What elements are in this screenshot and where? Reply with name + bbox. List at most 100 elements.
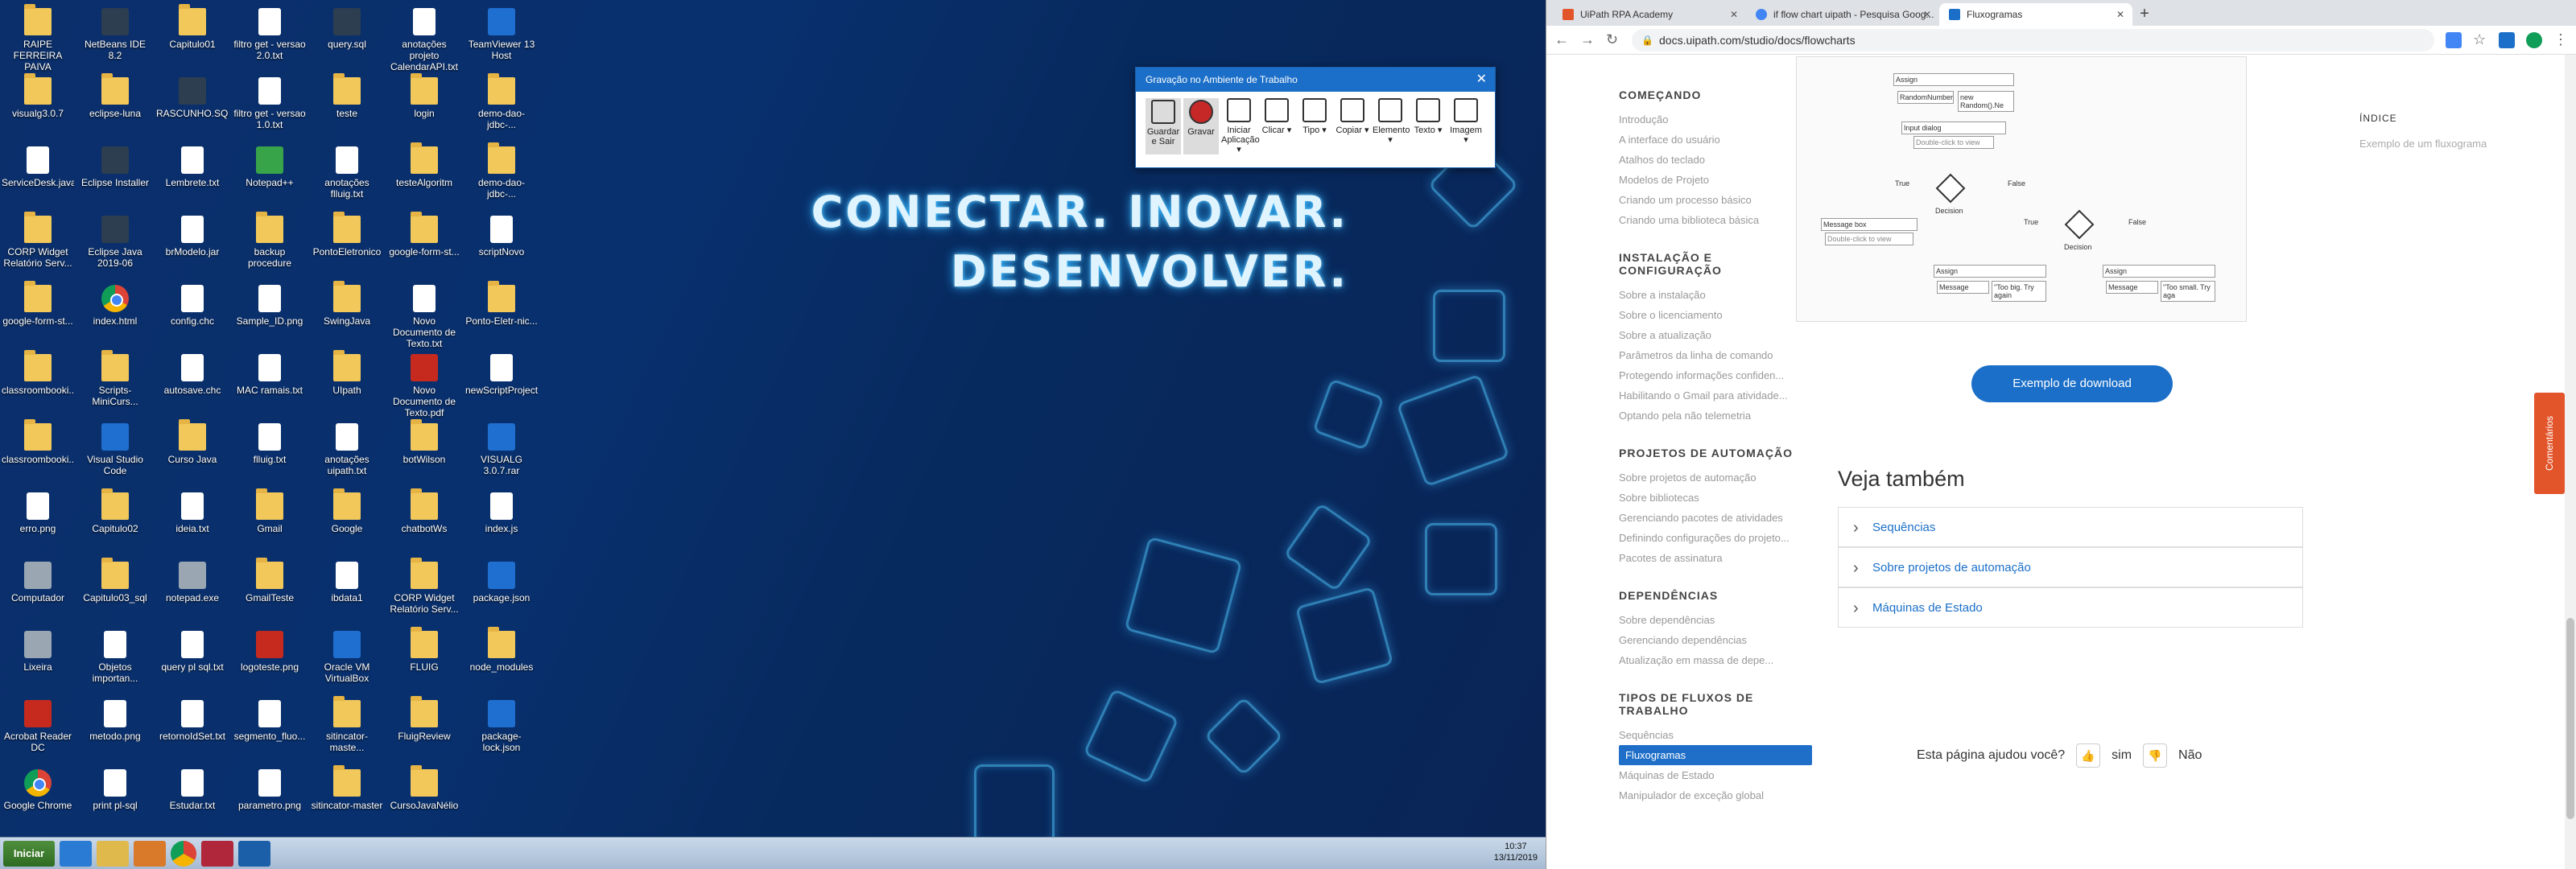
desktop-icon[interactable]: RAIPE FERREIRA PAIVA (2, 4, 74, 76)
desktop-icon[interactable]: query.sql (311, 8, 383, 76)
sidebar-item[interactable]: Modelos de Projeto (1619, 170, 1812, 190)
desktop-icon[interactable]: notepad.exe (156, 562, 229, 629)
desktop-icon[interactable]: anotações flluig.txt (311, 146, 383, 214)
recorder-tool[interactable]: Elemento ▾ (1373, 98, 1410, 154)
desktop-icon[interactable]: package-lock.json (465, 700, 538, 768)
sidebar-item[interactable]: Criando um processo básico (1619, 190, 1812, 210)
desktop-icon[interactable]: print pl-sql (79, 769, 151, 837)
thumbs-down-icon[interactable]: 👎 (2143, 743, 2168, 768)
desktop-icon[interactable]: scriptNovo (465, 216, 538, 283)
no-label[interactable]: Não (2178, 748, 2202, 763)
sidebar-item[interactable]: Protegendo informações confiden... (1619, 365, 1812, 385)
desktop-icon[interactable]: Objetos importan... (79, 631, 151, 698)
desktop-icon[interactable]: Computador (2, 562, 74, 629)
desktop-icon[interactable]: Google (311, 488, 383, 560)
desktop-icon[interactable]: classroombooki... (2, 350, 74, 422)
desktop-icon[interactable]: filtro get - versao 2.0.txt (233, 8, 306, 76)
sidebar-item[interactable]: Sobre projetos de automação (1619, 467, 1812, 488)
recorder-tool[interactable]: Iniciar Aplicação ▾ (1221, 98, 1260, 154)
menu-icon[interactable]: ⋮ (2553, 31, 2568, 48)
scrollbar-thumb[interactable] (2566, 618, 2574, 819)
desktop-icon[interactable]: ServiceDesk.java (2, 146, 74, 214)
desktop-icon[interactable]: RASCUNHO.SQL (156, 77, 229, 145)
sidebar-item[interactable]: Sequências (1619, 725, 1812, 745)
sidebar-item[interactable]: Máquinas de Estado (1619, 765, 1812, 785)
desktop-icon[interactable]: sitincator-maste... (311, 696, 383, 768)
desktop-icon[interactable]: ideia.txt (156, 492, 229, 560)
bookmark-star-icon[interactable]: ☆ (2473, 31, 2487, 48)
db-taskbar-icon[interactable] (201, 840, 233, 867)
sidebar-item[interactable]: Sobre o licenciamento (1619, 305, 1812, 325)
explorer-taskbar-icon[interactable] (97, 840, 129, 867)
translate-icon[interactable] (2446, 31, 2462, 48)
desktop-icon[interactable]: node_modules (465, 627, 538, 698)
desktop-icon[interactable]: backup procedure (233, 212, 306, 283)
desktop-icon[interactable]: MAC ramais.txt (233, 354, 306, 422)
sidebar-item[interactable]: Sobre a atualização (1619, 325, 1812, 345)
sidebar-item[interactable]: Gerenciando dependências (1619, 630, 1812, 650)
desktop-icon[interactable]: erro.png (2, 492, 74, 560)
desktop-icon[interactable]: Gmail (233, 488, 306, 560)
desktop-icon[interactable]: segmento_fluo... (233, 700, 306, 768)
thumbs-up-icon[interactable]: 👍 (2076, 743, 2101, 768)
scrollbar[interactable] (2565, 55, 2576, 869)
tab-google-search[interactable]: if flow chart uipath - Pesquisa Goog... ✕ (1746, 3, 1939, 26)
desktop-icon[interactable]: FLUIG (388, 627, 460, 698)
sidebar-item[interactable]: Gerenciando pacotes de atividades (1619, 508, 1812, 528)
desktop-icon[interactable]: Eclipse Java 2019-06 (79, 216, 151, 283)
recorder-tool[interactable]: Imagem ▾ (1448, 98, 1484, 154)
desktop-icon[interactable]: index.js (465, 492, 538, 560)
download-example-button[interactable]: Exemplo de download (1971, 365, 2173, 402)
sidebar-item[interactable]: Fluxogramas (1619, 745, 1812, 765)
sidebar-item[interactable]: Criando uma biblioteca básica (1619, 210, 1812, 230)
desktop-icon[interactable]: sitincator-master (311, 765, 383, 837)
ie-taskbar-icon[interactable] (60, 840, 92, 867)
feedback-tab[interactable]: Comentários (2534, 393, 2565, 494)
desktop-icon[interactable]: GmailTeste (233, 558, 306, 629)
desktop-icon[interactable]: ibdata1 (311, 562, 383, 629)
desktop-icon[interactable]: demo-dao-jdbc-... (465, 73, 538, 145)
desktop-icon[interactable]: anotações projeto CalendarAPI.txt (388, 8, 460, 76)
close-icon[interactable]: ✕ (1923, 3, 1931, 26)
desktop-icon[interactable]: FluigReview (388, 696, 460, 768)
desktop-icon[interactable]: VISUALG 3.0.7.rar (465, 423, 538, 491)
desktop-icon[interactable]: eclipse-luna (79, 73, 151, 145)
desktop-icon[interactable]: query pl sql.txt (156, 631, 229, 698)
tab-uipath-academy[interactable]: UiPath RPA Academy ✕ (1553, 3, 1746, 26)
new-tab-button[interactable]: + (2132, 3, 2157, 26)
avatar[interactable] (2526, 31, 2542, 48)
desktop-icon[interactable]: login (388, 73, 460, 145)
close-icon[interactable]: ✕ (2116, 3, 2124, 26)
sidebar-item[interactable]: Sobre a instalação (1619, 285, 1812, 305)
yes-label[interactable]: sim (2112, 748, 2132, 763)
start-button[interactable]: Iniciar (3, 840, 55, 867)
desktop-icon[interactable]: flluig.txt (233, 423, 306, 491)
desktop-icon[interactable]: filtro get - versao 1.0.txt (233, 77, 306, 145)
desktop-icon[interactable]: PontoEletronico (311, 212, 383, 283)
tab-fluxogramas[interactable]: Fluxogramas ✕ (1939, 3, 2132, 26)
desktop-icon[interactable]: teste (311, 73, 383, 145)
desktop-icon[interactable]: google-form-st... (388, 212, 460, 283)
chrome-taskbar-icon[interactable] (171, 840, 196, 867)
sidebar-item[interactable]: Definindo configurações do projeto... (1619, 528, 1812, 548)
sidebar-item[interactable]: Parâmetros da linha de comando (1619, 345, 1812, 365)
recorder-tool[interactable]: Texto ▾ (1410, 98, 1446, 154)
see-also-projetos-link[interactable]: Sobre projetos de automação (1838, 547, 2303, 588)
sidebar-item[interactable]: Habilitando o Gmail para atividade... (1619, 385, 1812, 406)
desktop-icon[interactable]: Estudar.txt (156, 769, 229, 837)
desktop-icon[interactable]: chatbotWs (388, 488, 460, 560)
desktop-icon[interactable]: Eclipse Installer (79, 146, 151, 214)
uipath-taskbar-icon[interactable] (238, 840, 270, 867)
sidebar-item[interactable]: Sobre bibliotecas (1619, 488, 1812, 508)
desktop-icon[interactable]: brModelo.jar (156, 216, 229, 283)
desktop-icon[interactable]: Novo Documento de Texto.txt (388, 285, 460, 352)
desktop-icon[interactable]: config.chc (156, 285, 229, 352)
media-taskbar-icon[interactable] (134, 840, 166, 867)
desktop-icon[interactable]: demo-dao-jdbc-... (465, 142, 538, 214)
desktop-icon[interactable]: SwingJava (311, 281, 383, 352)
desktop-icon[interactable]: index.html (79, 285, 151, 352)
desktop-icon[interactable]: CursoJavaNélio (388, 765, 460, 837)
desktop-icon[interactable]: CORP Widget Relatório Serv... (388, 558, 460, 629)
desktop-icon[interactable]: visualg3.0.7 (2, 73, 74, 145)
desktop-icon[interactable]: logoteste.png (233, 631, 306, 698)
